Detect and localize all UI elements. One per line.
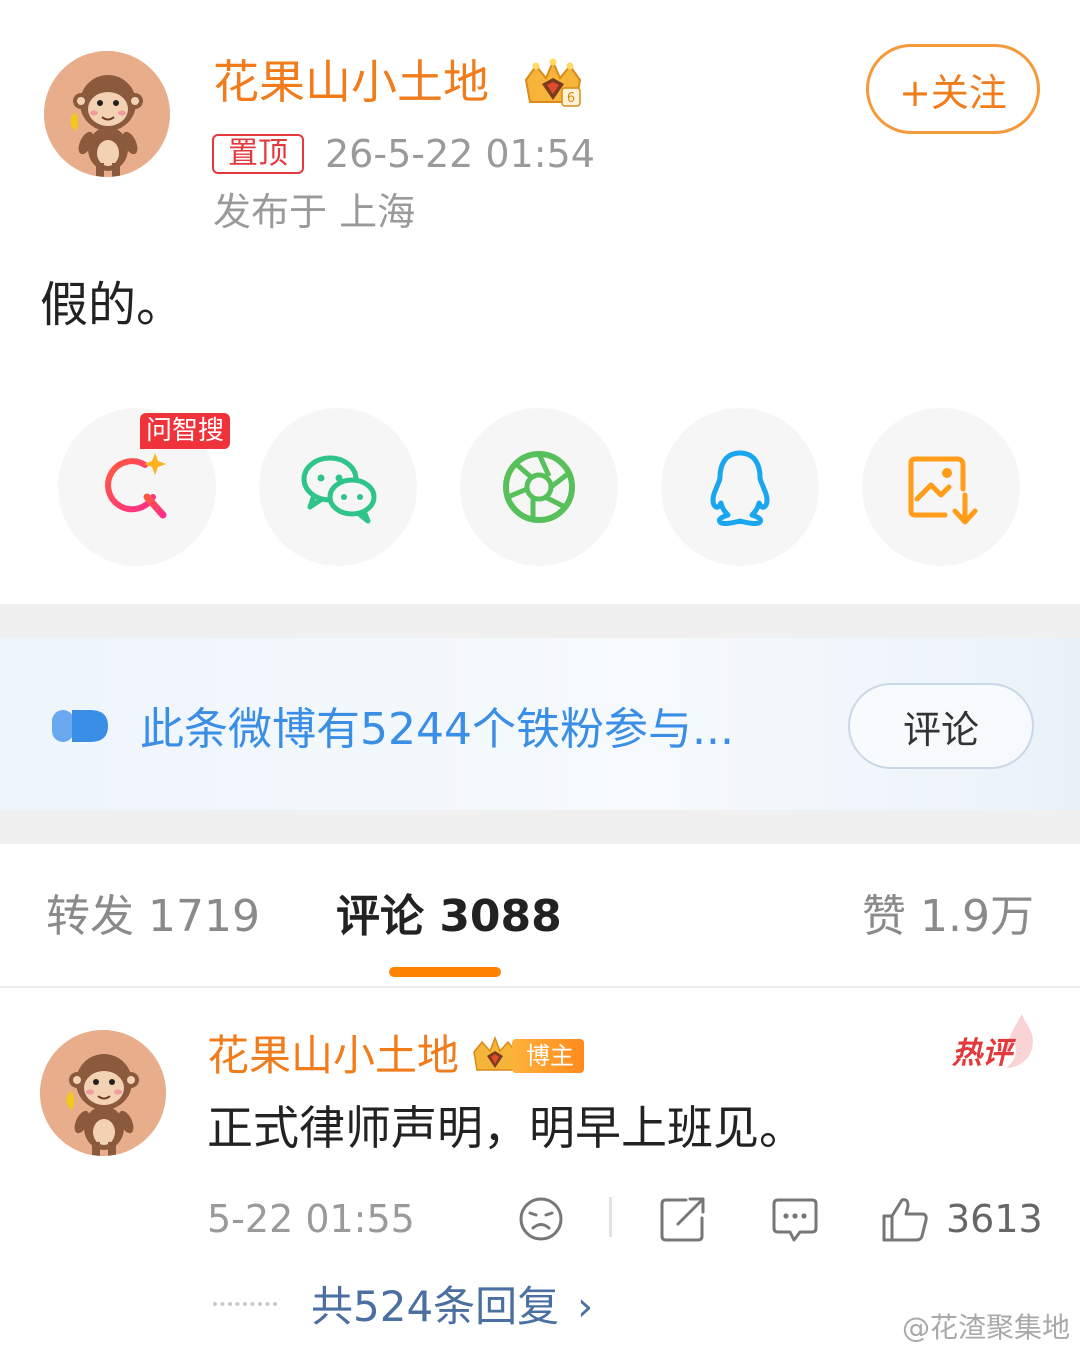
reply-button[interactable] [770, 1192, 820, 1246]
comment-text: 正式律师声明，明早上班见。 [207, 1101, 805, 1155]
svg-text:6: 6 [567, 91, 575, 106]
blogger-label: 博主 [512, 1039, 584, 1073]
tab-comment[interactable]: 评论 3088 [336, 886, 562, 948]
share-qq-button[interactable] [661, 408, 819, 566]
like-count: 3613 [946, 1197, 1043, 1241]
wechat-icon [301, 455, 377, 524]
post-location: 发布于 上海 [213, 190, 416, 234]
like-button[interactable]: 3613 [880, 1192, 1043, 1246]
follow-label: +关注 [899, 70, 1007, 115]
monkey-avatar-icon [40, 1030, 166, 1156]
share-wechat-button[interactable] [259, 408, 417, 566]
section-divider [0, 810, 1080, 844]
fan-chat-icon [52, 710, 108, 742]
monkey-avatar-icon [44, 51, 170, 177]
watermark: @花渣聚集地 [901, 1311, 1070, 1344]
ai-search-icon [105, 453, 167, 519]
post-timestamp: 26-5-22 01:54 [325, 132, 595, 176]
post-header: 花果山小土地 6 +关注 置顶 26-5-22 01:54 发布于 上海 [0, 0, 1080, 250]
section-divider [0, 604, 1080, 638]
qq-penguin-icon [710, 450, 770, 527]
tab-repost[interactable]: 转发 1719 [46, 886, 260, 948]
share-out-icon [660, 1197, 705, 1242]
chevron-right-icon: › [577, 1284, 594, 1330]
share-save-image-button[interactable] [862, 408, 1020, 566]
moments-shutter-icon [503, 451, 575, 523]
hot-comment-badge: 热评 [948, 1012, 1038, 1078]
dislike-button[interactable] [516, 1192, 566, 1246]
reply-dots-divider [213, 1302, 277, 1308]
action-separator [609, 1197, 612, 1237]
share-moments-button[interactable] [460, 408, 618, 566]
blogger-badge: 博主 [470, 1036, 584, 1076]
comment-author-avatar[interactable] [40, 1030, 166, 1156]
author-avatar[interactable] [44, 51, 170, 177]
fan-banner-text[interactable]: 此条微博有5244个铁粉参与... [140, 700, 734, 760]
hot-comment-label: 热评 [952, 1036, 1012, 1071]
crown-vip-icon[interactable]: 6 [520, 58, 586, 110]
fan-comment-button[interactable]: 评论 [848, 683, 1034, 769]
pinned-badge: 置顶 [212, 134, 304, 174]
follow-button[interactable]: +关注 [866, 44, 1040, 134]
view-replies-link[interactable]: 共524条回复 › [311, 1278, 593, 1336]
replies-label: 共524条回复 [311, 1282, 560, 1331]
comment-author-name[interactable]: 花果山小土地 [207, 1028, 459, 1084]
thumbs-up-icon [882, 1198, 928, 1242]
ask-search-tag: 问智搜 [140, 413, 231, 449]
comment-bubble-icon [772, 1198, 818, 1242]
active-tab-indicator [389, 967, 501, 977]
tab-like[interactable]: 赞 1.9万 [862, 886, 1034, 948]
dislike-face-icon [519, 1197, 563, 1241]
save-image-icon [908, 456, 978, 525]
post-text: 假的。 [40, 277, 185, 333]
author-name[interactable]: 花果山小土地 [213, 52, 489, 112]
share-comment-button[interactable] [658, 1192, 708, 1246]
comment-timestamp: 5-22 01:55 [207, 1197, 415, 1241]
tab-divider [0, 986, 1080, 988]
